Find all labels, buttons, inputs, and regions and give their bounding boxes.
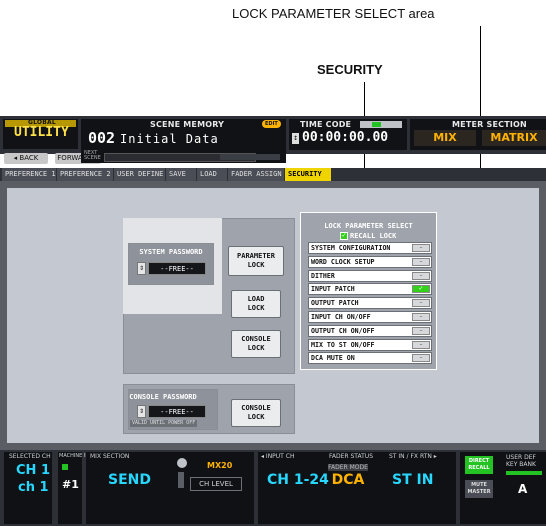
selected-ch-line1: CH 1 — [16, 463, 50, 478]
console-lock-button[interactable]: CONSOLE LOCK — [231, 330, 281, 358]
selected-ch-line2: ch 1 — [18, 480, 49, 495]
load-lock-button[interactable]: LOAD LOCK — [231, 290, 281, 318]
console-lock-button-2[interactable]: CONSOLE LOCK — [231, 399, 281, 427]
lock-item-dither[interactable]: DITHER – — [308, 269, 432, 282]
lock-item-label: MIX TO ST ON/OFF — [311, 340, 375, 349]
time-code-value: 00:00:00.00 — [302, 130, 389, 145]
lock-item-output-patch[interactable]: OUTPUT PATCH – — [308, 297, 432, 310]
time-code-green — [372, 122, 381, 127]
machine-id-value: #1 — [62, 478, 79, 491]
valid-until-note: VALID UNTIL POWER OFF — [130, 420, 198, 427]
parameter-lock-button[interactable]: PARAMETER LOCK — [228, 246, 284, 276]
lock-item-toggle[interactable]: ✓ — [412, 285, 430, 294]
lock-item-label: SYSTEM CONFIGURATION — [311, 244, 391, 252]
fader-mode-label: FADER MODE — [328, 464, 368, 471]
security-callout: SECURITY — [317, 62, 383, 77]
meter-matrix-button[interactable]: MATRIX — [482, 130, 546, 146]
scene-number[interactable]: 002 — [88, 129, 115, 147]
st-in-label: ST IN / FX RTN ▸ — [389, 453, 437, 460]
lock-item-input-patch[interactable]: INPUT PATCH ✓ — [308, 283, 432, 296]
lock-item-mix-to-st-on-off[interactable]: MIX TO ST ON/OFF – — [308, 338, 432, 351]
machine-id-indicator — [62, 464, 68, 470]
time-code-transport[interactable] — [360, 121, 402, 128]
tab-save[interactable]: SAVE — [166, 168, 196, 181]
system-password-label: SYSTEM PASSWORD — [139, 248, 203, 256]
fader-status-block — [258, 452, 456, 524]
lock-item-system-configuration[interactable]: SYSTEM CONFIGURATION – — [308, 242, 432, 254]
utility-title: UTILITY — [14, 125, 69, 140]
tab-preference-2[interactable]: PREFERENCE 2 — [57, 168, 113, 181]
recall-lock-label: RECALL LOCK — [350, 232, 397, 240]
mute-master-button[interactable]: MUTE MASTER — [465, 480, 493, 498]
console-password-label: CONSOLE PASSWORD — [129, 393, 197, 401]
lock-item-toggle[interactable]: – — [412, 340, 430, 349]
direct-recall-button[interactable]: DIRECT RECALL — [465, 456, 493, 474]
tab-preference-1[interactable]: PREFERENCE 1 — [2, 168, 56, 181]
mix-fader-icon — [178, 472, 184, 488]
time-code-label: TIME CODE — [300, 120, 352, 129]
mix-bus-value: MX20 — [207, 461, 233, 470]
console-password-field[interactable]: --FREE-- — [148, 405, 206, 418]
input-ch-value: CH 1-24 — [267, 472, 329, 488]
tab-security[interactable]: SECURITY — [285, 168, 331, 181]
lock-item-label: OUTPUT CH ON/OFF — [311, 326, 375, 335]
lock-item-label: INPUT PATCH — [311, 285, 355, 294]
next-scene-progress — [220, 154, 280, 160]
lock-item-toggle[interactable]: – — [412, 313, 430, 321]
lock-parameter-title: LOCK PARAMETER SELECT — [324, 222, 413, 230]
lock-item-toggle[interactable]: – — [412, 257, 430, 266]
user-def-label: USER DEF KEY BANK — [506, 454, 536, 468]
system-password-field[interactable]: --FREE-- — [148, 262, 206, 275]
tab-load[interactable]: LOAD — [197, 168, 227, 181]
lock-item-label: WORD CLOCK SETUP — [311, 257, 375, 266]
tab-bar: PREFERENCE 1 PREFERENCE 2 USER DEFINE SA… — [0, 168, 546, 181]
meter-mix-button[interactable]: MIX — [414, 130, 476, 146]
lock-item-label: INPUT CH ON/OFF — [311, 313, 371, 321]
fader-status-label: FADER STATUS — [329, 453, 374, 460]
back-button[interactable]: ◂ BACK — [4, 153, 48, 164]
user-def-bank-value: A — [518, 482, 528, 496]
mix-knob-icon — [177, 458, 187, 468]
tab-fader-assign[interactable]: FADER ASSIGN — [228, 168, 284, 181]
st-in-value: ST IN — [392, 472, 434, 488]
lock-item-toggle[interactable]: – — [412, 299, 430, 308]
mix-section-label: MIX SECTION — [90, 453, 130, 460]
mix-send-value: SEND — [108, 472, 151, 488]
lock-item-label: DITHER — [311, 271, 335, 280]
console-password-spin[interactable]: ⇕ — [137, 405, 146, 418]
scene-memory-label: SCENE MEMORY — [150, 120, 225, 129]
edit-badge: EDIT — [262, 120, 281, 128]
recall-lock-checkbox[interactable]: ✓ — [340, 232, 348, 240]
next-scene-label: NEXT SCENE — [84, 150, 101, 161]
fader-mode-value: DCA — [331, 472, 365, 488]
input-ch-label: ◂ INPUT CH — [261, 453, 295, 460]
ch-level-box: CH LEVEL — [190, 477, 242, 491]
lock-item-label: OUTPUT PATCH — [311, 299, 359, 308]
selected-ch-label: SELECTED CH — [9, 453, 51, 460]
meter-section-label: METER SECTION — [452, 120, 527, 129]
lock-item-toggle[interactable]: – — [412, 326, 430, 335]
lock-item-toggle[interactable]: – — [412, 244, 430, 252]
lock-item-toggle[interactable]: – — [412, 271, 430, 280]
system-password-spin[interactable]: ⇕ — [137, 262, 146, 275]
lock-area-callout: LOCK PARAMETER SELECT area — [232, 6, 435, 21]
lock-item-label: DCA MUTE ON — [311, 354, 355, 363]
lock-item-input-ch-on-off[interactable]: INPUT CH ON/OFF – — [308, 311, 432, 323]
user-def-bank-indicator — [506, 471, 542, 475]
lock-item-output-ch-on-off[interactable]: OUTPUT CH ON/OFF – — [308, 324, 432, 337]
time-code-arrow: ↕ — [292, 133, 299, 144]
lock-item-toggle[interactable]: – — [412, 354, 430, 363]
lock-item-dca-mute-on[interactable]: DCA MUTE ON – — [308, 352, 432, 365]
lock-item-word-clock-setup[interactable]: WORD CLOCK SETUP – — [308, 255, 432, 268]
machine-id-label: MACHINE ID — [59, 453, 90, 459]
tab-user-define[interactable]: USER DEFINE — [114, 168, 165, 181]
scene-name[interactable]: Initial Data — [120, 132, 219, 146]
